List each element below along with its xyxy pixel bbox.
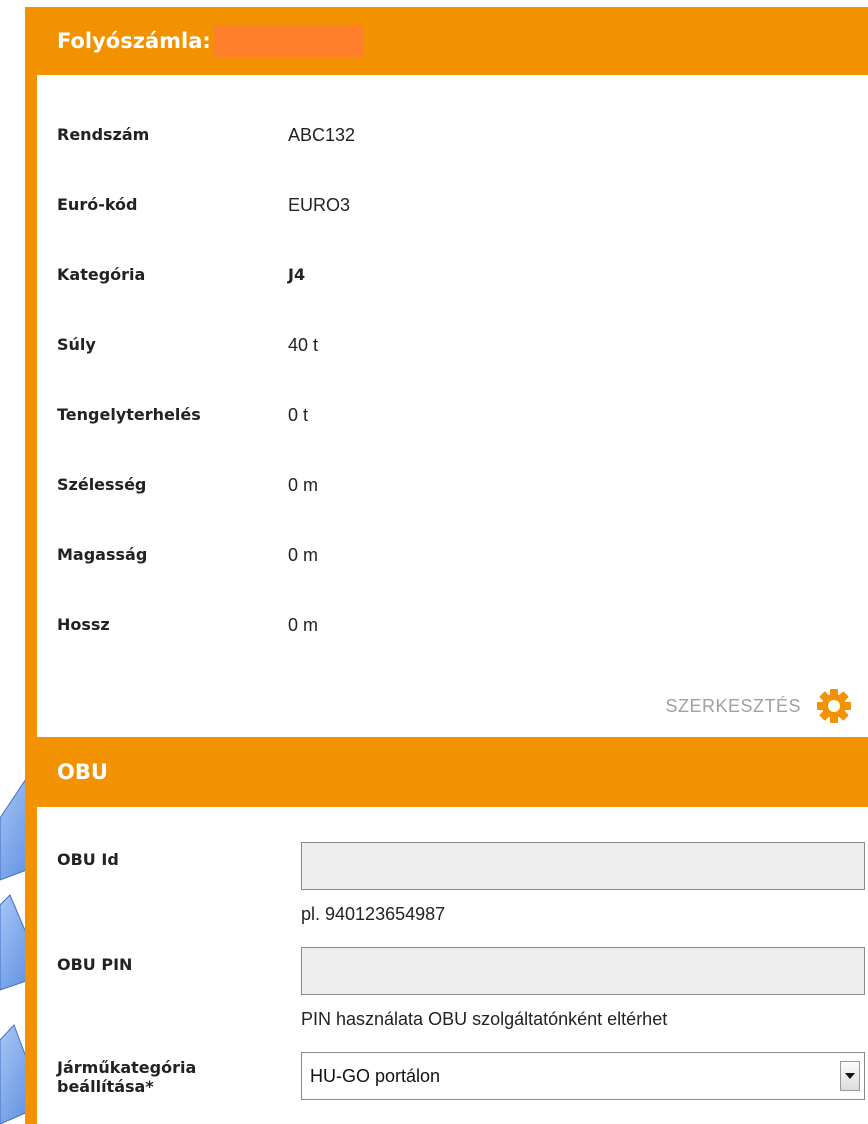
- obu-pin-input[interactable]: [301, 947, 865, 995]
- detail-value: ABC132: [288, 125, 356, 145]
- vehicle-category-select[interactable]: HU-GO portálon: [301, 1052, 865, 1100]
- detail-value: 0 m: [288, 545, 319, 565]
- detail-value: J4: [288, 265, 306, 284]
- detail-label: Rendszám: [57, 125, 150, 144]
- detail-row: Hossz 0 m: [37, 615, 868, 645]
- detail-value: 0 m: [288, 475, 319, 495]
- detail-row: Kategória J4: [37, 265, 868, 295]
- edit-button[interactable]: SZERKESZTÉS: [665, 687, 853, 725]
- detail-row: Rendszám ABC132: [37, 125, 868, 155]
- obu-title: OBU: [57, 760, 108, 784]
- account-panel: Folyószámla: Rendszám ABC132 Euró-kód EU…: [25, 7, 868, 1124]
- detail-row: Magasság 0 m: [37, 545, 868, 575]
- detail-row: Súly 40 t: [37, 335, 868, 365]
- detail-label: Hossz: [57, 615, 110, 634]
- detail-label: Szélesség: [57, 475, 147, 494]
- detail-label: Súly: [57, 335, 96, 354]
- obu-pin-hint: PIN használata OBU szolgáltatónként elté…: [301, 1009, 668, 1029]
- obu-id-label: OBU Id: [57, 850, 119, 869]
- detail-label: Magasság: [57, 545, 148, 564]
- obu-pin-label: OBU PIN: [57, 955, 133, 974]
- obu-form: OBU Id pl. 940123654987 OBU PIN PIN hasz…: [37, 807, 868, 1124]
- detail-row: Euró-kód EURO3: [37, 195, 868, 225]
- vehicle-category-label: Járműkategória beállítása*: [57, 1058, 197, 1096]
- detail-value: 40 t: [288, 335, 319, 355]
- detail-value: 0 t: [288, 405, 309, 425]
- detail-label: Tengelyterhelés: [57, 405, 201, 424]
- dropdown-arrow-icon[interactable]: [840, 1061, 860, 1091]
- account-header: Folyószámla:: [37, 7, 868, 75]
- edit-label: SZERKESZTÉS: [665, 695, 801, 716]
- detail-row: Szélesség 0 m: [37, 475, 868, 505]
- detail-value: EURO3: [288, 195, 351, 215]
- account-title: Folyószámla:: [57, 29, 211, 53]
- obu-header: OBU: [37, 737, 868, 807]
- obu-id-input[interactable]: [301, 842, 865, 890]
- obu-id-hint: pl. 940123654987: [301, 904, 446, 924]
- redacted-account-number: [212, 25, 364, 57]
- detail-label: Kategória: [57, 265, 146, 284]
- vehicle-category-value: HU-GO portálon: [310, 1065, 441, 1086]
- detail-value: 0 m: [288, 615, 319, 635]
- detail-label: Euró-kód: [57, 195, 138, 214]
- vehicle-details: Rendszám ABC132 Euró-kód EURO3 Kategória…: [37, 75, 868, 737]
- detail-row: Tengelyterhelés 0 t: [37, 405, 868, 435]
- gear-icon: [817, 689, 851, 723]
